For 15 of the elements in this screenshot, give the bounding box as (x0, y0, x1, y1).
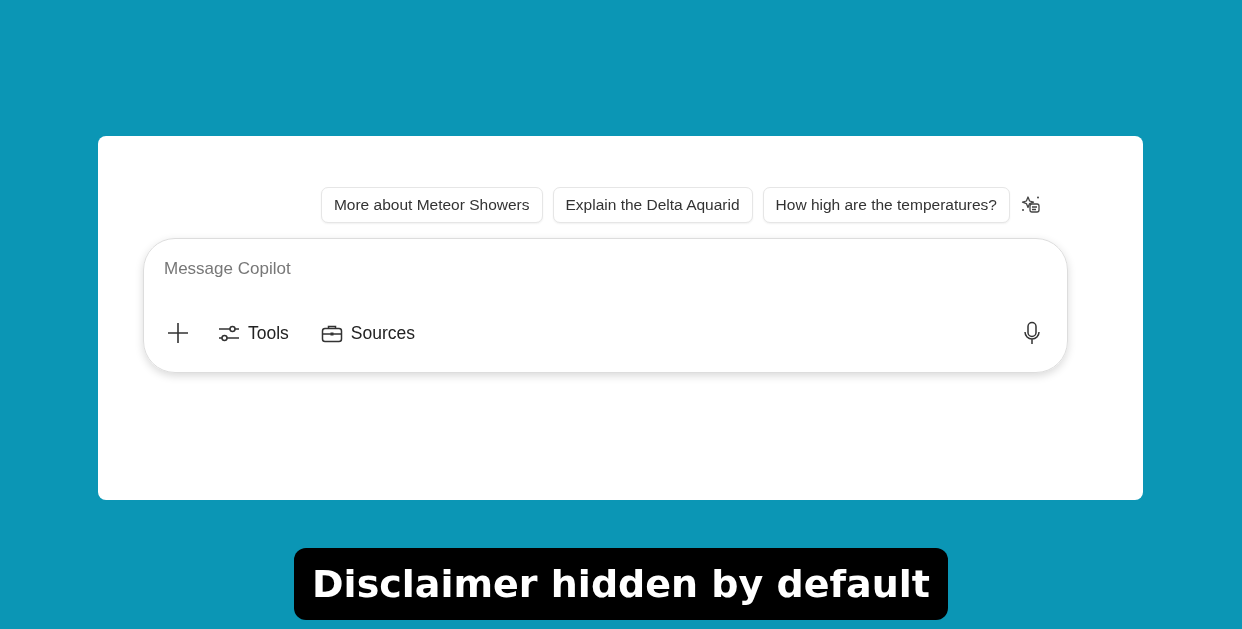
add-button[interactable] (167, 322, 189, 344)
suggestion-chip[interactable]: Explain the Delta Aquarid (552, 187, 753, 223)
sparkle-icon (1020, 194, 1042, 216)
sparkle-button[interactable] (1020, 194, 1042, 216)
microphone-icon (1023, 321, 1041, 345)
suggestion-chip[interactable]: How high are the temperatures? (762, 187, 1010, 223)
plus-icon (167, 322, 189, 344)
caption-banner: Disclaimer hidden by default (294, 548, 948, 620)
sliders-icon (218, 323, 240, 343)
message-input[interactable]: Message Copilot (164, 257, 564, 281)
briefcase-icon (320, 323, 343, 343)
sources-button[interactable]: Sources (314, 322, 422, 344)
suggestion-chip[interactable]: More about Meteor Showers (320, 187, 543, 223)
tools-button[interactable]: Tools (212, 322, 295, 344)
microphone-button[interactable] (1023, 321, 1041, 345)
